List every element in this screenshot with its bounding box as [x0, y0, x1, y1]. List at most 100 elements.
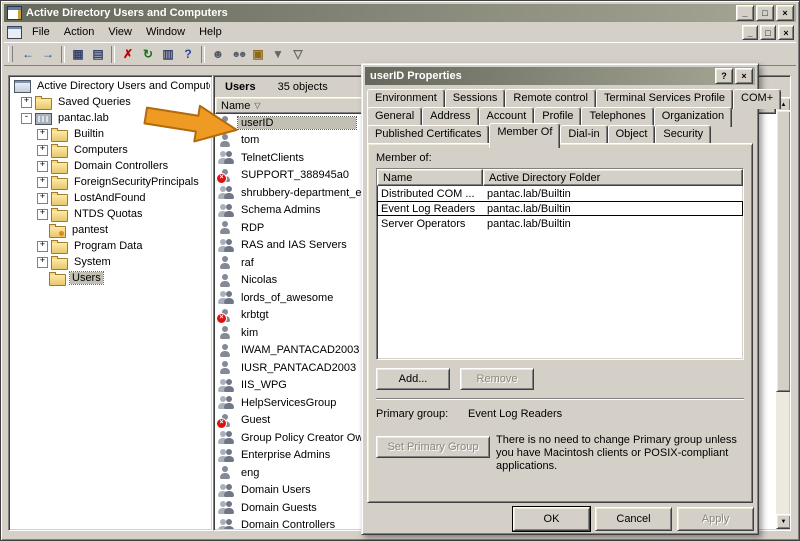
list-item-label: Domain Guests: [238, 502, 320, 514]
tree-expander[interactable]: +: [37, 145, 48, 156]
group-icon: [219, 484, 234, 497]
tab-remote-control[interactable]: Remote control: [505, 89, 596, 109]
group-icon: [219, 519, 234, 529]
tab-member-of[interactable]: Member Of: [489, 123, 560, 148]
tab-com[interactable]: COM+: [733, 89, 781, 109]
tab-telephones[interactable]: Telephones: [581, 107, 653, 127]
tab-environment[interactable]: Environment: [367, 89, 445, 109]
remove-button[interactable]: Remove: [460, 368, 534, 390]
back-icon[interactable]: ←: [18, 45, 38, 63]
new-user-icon[interactable]: ☻: [208, 45, 228, 63]
tree-expander[interactable]: +: [37, 161, 48, 172]
export-list-icon[interactable]: ▥: [158, 45, 178, 63]
vertical-scrollbar[interactable]: ▲ ▼: [776, 97, 789, 529]
tab-published-certificates[interactable]: Published Certificates: [367, 125, 489, 145]
filter-options-icon[interactable]: ▽: [288, 45, 308, 63]
scroll-down-button[interactable]: ▼: [776, 514, 791, 529]
list-item-label: userID: [238, 117, 356, 129]
set-primary-group-button[interactable]: Set Primary Group: [376, 436, 490, 458]
bust-shape: [220, 274, 230, 287]
forward-icon[interactable]: →: [38, 45, 58, 63]
show-hide-console-tree-icon[interactable]: ▦: [68, 45, 88, 63]
properties-icon[interactable]: ▤: [88, 45, 108, 63]
member-folder: pantac.lab/Builtin: [483, 218, 743, 230]
new-ou-icon[interactable]: ▣: [248, 45, 268, 63]
tree-expander[interactable]: +: [37, 257, 48, 268]
tab-address[interactable]: Address: [422, 107, 478, 127]
tree-expander[interactable]: +: [21, 97, 32, 108]
member-row[interactable]: Distributed COM ...pantac.lab/Builtin: [377, 186, 743, 201]
minimize-button[interactable]: _: [736, 5, 754, 21]
tab-general[interactable]: General: [367, 107, 422, 127]
tree-item[interactable]: Users: [11, 270, 210, 286]
menu-window[interactable]: Window: [139, 24, 192, 41]
bust-shape: [224, 501, 234, 514]
tab-organization[interactable]: Organization: [654, 107, 732, 127]
app-icon: [7, 6, 22, 20]
tree-expander[interactable]: +: [37, 193, 48, 204]
list-item-label: Domain Users: [238, 484, 314, 496]
maximize-button[interactable]: □: [756, 5, 774, 21]
new-group-icon[interactable]: ☻☻: [228, 45, 248, 63]
member-row[interactable]: Event Log Readerspantac.lab/Builtin: [377, 201, 743, 216]
folder-icon: [51, 130, 68, 142]
menu-help[interactable]: Help: [192, 24, 229, 41]
tree-expander[interactable]: +: [37, 241, 48, 252]
list-item-label: IUSR_PANTACAD2003: [238, 362, 359, 374]
scroll-thumb[interactable]: [776, 110, 791, 392]
menu-view[interactable]: View: [101, 24, 139, 41]
tree-item-root[interactable]: Active Directory Users and Computers: [11, 78, 210, 94]
refresh-icon[interactable]: ↻: [138, 45, 158, 63]
tree-item-label: LostAndFound: [72, 192, 148, 204]
dialog-help-button[interactable]: ?: [715, 68, 733, 84]
member-of-tab-page: Member of: Name Active Directory Folder …: [367, 143, 753, 503]
member-name-column-header[interactable]: Name: [377, 169, 483, 186]
child-minimize-button[interactable]: _: [742, 25, 758, 40]
child-restore-button[interactable]: □: [760, 25, 776, 40]
tree-item[interactable]: +Program Data: [11, 238, 210, 254]
tab-object[interactable]: Object: [608, 125, 656, 145]
cancel-button[interactable]: Cancel: [595, 507, 672, 531]
tree-item[interactable]: +Domain Controllers: [11, 158, 210, 174]
member-list-headers: Name Active Directory Folder: [377, 169, 743, 186]
user-icon: [219, 221, 234, 234]
list-item-label: SUPPORT_388945a0: [238, 169, 352, 181]
tab-sessions[interactable]: Sessions: [445, 89, 506, 109]
tree-expander[interactable]: +: [37, 177, 48, 188]
folder-icon: [51, 178, 68, 190]
group-icon: [219, 431, 234, 444]
main-window: Active Directory Users and Computers _ □…: [0, 0, 800, 541]
tree-item[interactable]: +ForeignSecurityPrincipals: [11, 174, 210, 190]
tab-dial-in[interactable]: Dial-in: [560, 125, 607, 145]
tab-security[interactable]: Security: [655, 125, 711, 145]
member-name: Distributed COM ...: [377, 188, 483, 200]
tree-item[interactable]: +System: [11, 254, 210, 270]
tree-item[interactable]: pantest: [11, 222, 210, 238]
list-item-label: Guest: [238, 414, 273, 426]
member-row[interactable]: Server Operatorspantac.lab/Builtin: [377, 216, 743, 231]
dialog-close-button[interactable]: ×: [735, 68, 753, 84]
tab-terminal-services-profile[interactable]: Terminal Services Profile: [596, 89, 733, 109]
tree-expander[interactable]: +: [37, 129, 48, 140]
close-button[interactable]: ×: [776, 5, 794, 21]
list-item-label: eng: [238, 467, 262, 479]
ok-button[interactable]: OK: [513, 507, 590, 531]
menu-action[interactable]: Action: [57, 24, 102, 41]
delete-icon[interactable]: ✗: [118, 45, 138, 63]
list-item-label: krbtgt: [238, 309, 272, 321]
tree-item[interactable]: +NTDS Quotas: [11, 206, 210, 222]
apply-button[interactable]: Apply: [677, 507, 754, 531]
tree-expander[interactable]: -: [21, 113, 32, 124]
screen: Active Directory Users and Computers _ □…: [0, 0, 800, 541]
help-icon[interactable]: ?: [178, 45, 198, 63]
set-filter-icon[interactable]: ▼: [268, 45, 288, 63]
add-button[interactable]: Add...: [376, 368, 450, 390]
child-close-button[interactable]: ×: [778, 25, 794, 40]
tab-row-2: GeneralAddressAccountProfileTelephonesOr…: [367, 107, 753, 125]
folder-icon: [49, 274, 66, 286]
tree-expander[interactable]: +: [37, 209, 48, 220]
menu-file[interactable]: File: [25, 24, 57, 41]
list-item-label: kim: [238, 327, 261, 339]
member-folder-column-header[interactable]: Active Directory Folder: [483, 169, 743, 186]
tree-item[interactable]: + LostAndFound: [11, 190, 210, 206]
